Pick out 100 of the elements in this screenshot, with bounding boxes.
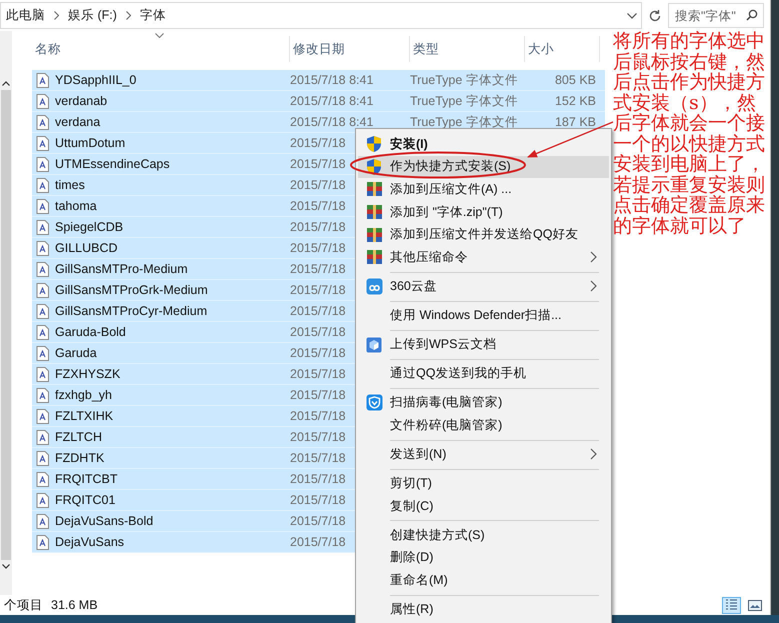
font-file-icon — [36, 72, 49, 88]
font-file-icon — [36, 282, 49, 298]
menu-item[interactable]: 重命名(M) — [358, 569, 609, 592]
file-name: FZDHTK — [55, 451, 104, 465]
file-name: SpiegelCDB — [55, 220, 124, 234]
file-date: 2015/7/18 8:41 — [290, 73, 374, 87]
font-file-icon — [36, 114, 49, 130]
menu-item-label: 360云盘 — [390, 278, 437, 295]
refresh-icon[interactable] — [648, 8, 662, 22]
column-header[interactable]: 大小 — [525, 36, 600, 62]
shield-check-icon — [366, 394, 382, 412]
large-icons-view-icon — [748, 600, 762, 610]
font-file-icon — [36, 304, 49, 318]
file-date: 2015/7/18 — [290, 409, 346, 423]
menu-item-label: 通过QQ发送到我的手机 — [390, 365, 526, 382]
file-name: GillSansMTPro-Medium — [55, 262, 188, 276]
file-date: 2015/7/18 — [290, 388, 346, 402]
scrollbar[interactable] — [0, 31, 12, 595]
item-count: 个项目 — [4, 596, 43, 614]
archive-icon — [366, 249, 382, 266]
font-file-icon — [36, 408, 49, 424]
file-date: 2015/7/18 — [290, 262, 346, 276]
font-file-icon — [36, 324, 49, 340]
file-type: TrueType 字体文件 — [410, 72, 518, 88]
menu-item-label: 使用 Windows Defender扫描... — [390, 306, 562, 324]
dropdown-caret-icon[interactable] — [627, 12, 637, 18]
file-date: 2015/7/18 — [290, 451, 346, 465]
file-name: times — [55, 178, 85, 192]
file-date: 2015/7/18 — [290, 535, 346, 549]
file-date: 2015/7/18 — [290, 367, 346, 381]
file-name: FRQITC01 — [55, 493, 116, 507]
font-file-icon — [36, 450, 49, 466]
font-file-icon — [36, 156, 49, 172]
sort-caret-icon — [155, 33, 164, 38]
file-size: 187 KB — [554, 115, 597, 129]
font-file-icon — [36, 136, 49, 150]
file-size: 805 KB — [554, 73, 597, 87]
archive-icon — [366, 204, 382, 220]
file-name: FZLTCH — [55, 430, 102, 444]
column-header[interactable]: 类型 — [410, 36, 525, 62]
file-name: DejaVuSans-Bold — [55, 514, 154, 528]
file-date: 2015/7/18 — [290, 493, 346, 507]
file-date: 2015/7/18 — [290, 136, 346, 150]
file-date: 2015/7/18 — [290, 514, 346, 528]
file-date: 2015/7/18 — [290, 157, 346, 171]
file-date: 2015/7/18 — [290, 283, 346, 297]
breadcrumb-item[interactable]: 此电脑 — [6, 7, 45, 24]
address-bar[interactable]: 此电脑 娱乐 (F:) 字体 — [0, 2, 642, 29]
cloud-icon — [366, 278, 382, 295]
font-file-icon — [36, 388, 49, 402]
file-row[interactable]: YDSapphIIL_0 2015/7/18 8:41 TrueType 字体文件 805 KB — [32, 70, 605, 91]
scroll-down-icon[interactable] — [2, 564, 10, 569]
file-row[interactable]: verdana 2015/7/18 8:41 TrueType 字体文件 187 KB — [32, 112, 605, 133]
file-date: 2015/7/18 — [290, 325, 346, 339]
file-size: 152 KB — [554, 94, 597, 108]
breadcrumb-item[interactable]: 娱乐 (F:) — [68, 7, 117, 24]
menu-item[interactable]: 属性(R) — [358, 598, 609, 621]
file-name: FZLTXIHK — [55, 409, 114, 423]
file-type: TrueType 字体文件 — [410, 92, 518, 110]
menu-item-label: 添加到压缩文件(A) ... — [390, 180, 512, 198]
breadcrumb-separator-icon — [126, 11, 131, 20]
file-row[interactable]: verdanab 2015/7/18 8:41 TrueType 字体文件 152 KB — [32, 91, 605, 112]
font-file-icon — [36, 534, 49, 550]
search-field[interactable]: 搜索"字体" — [668, 3, 764, 28]
file-date: 2015/7/18 — [290, 220, 346, 234]
menu-item[interactable]: 作为快捷方式安装(S) — [358, 156, 609, 178]
file-name: UTMEssendineCaps — [55, 157, 170, 171]
breadcrumb-separator-icon — [54, 11, 59, 20]
file-name: FRQITCBT — [55, 472, 118, 486]
file-name: verdana — [55, 115, 100, 129]
file-name: tahoma — [55, 199, 97, 213]
column-header[interactable]: 修改日期 — [290, 36, 410, 62]
details-view-button[interactable] — [722, 596, 741, 614]
archive-icon — [366, 181, 382, 198]
column-header[interactable]: 名称 — [32, 36, 290, 62]
scroll-up-icon[interactable] — [2, 81, 10, 86]
menu-item-label: 属性(R) — [390, 600, 434, 618]
font-file-icon — [36, 220, 49, 234]
menu-item-label: 安装(I) — [390, 136, 428, 153]
font-file-icon — [36, 240, 49, 256]
total-size: 31.6 MB — [51, 598, 98, 612]
file-name: DejaVuSans — [55, 535, 124, 549]
file-name: Garuda — [55, 346, 97, 360]
font-file-icon — [36, 430, 49, 444]
file-date: 2015/7/18 8:41 — [290, 94, 374, 108]
file-date: 2015/7/18 — [290, 199, 346, 213]
file-date: 2015/7/18 — [290, 304, 346, 318]
file-name: GILLUBCD — [55, 241, 118, 255]
font-file-icon — [36, 262, 49, 276]
breadcrumb-item[interactable]: 字体 — [140, 7, 166, 24]
file-name: Garuda-Bold — [55, 325, 126, 339]
font-file-icon — [36, 178, 49, 192]
shield-icon — [366, 135, 382, 154]
file-date: 2015/7/18 — [290, 346, 346, 360]
file-name: GillSansMTProGrk-Medium — [55, 283, 208, 297]
file-name: UttumDotum — [55, 136, 126, 150]
scroll-thumb[interactable] — [1, 90, 11, 560]
file-date: 2015/7/18 — [290, 472, 346, 486]
font-file-icon — [36, 198, 49, 214]
file-name: fzxhgb_yh — [55, 388, 112, 402]
